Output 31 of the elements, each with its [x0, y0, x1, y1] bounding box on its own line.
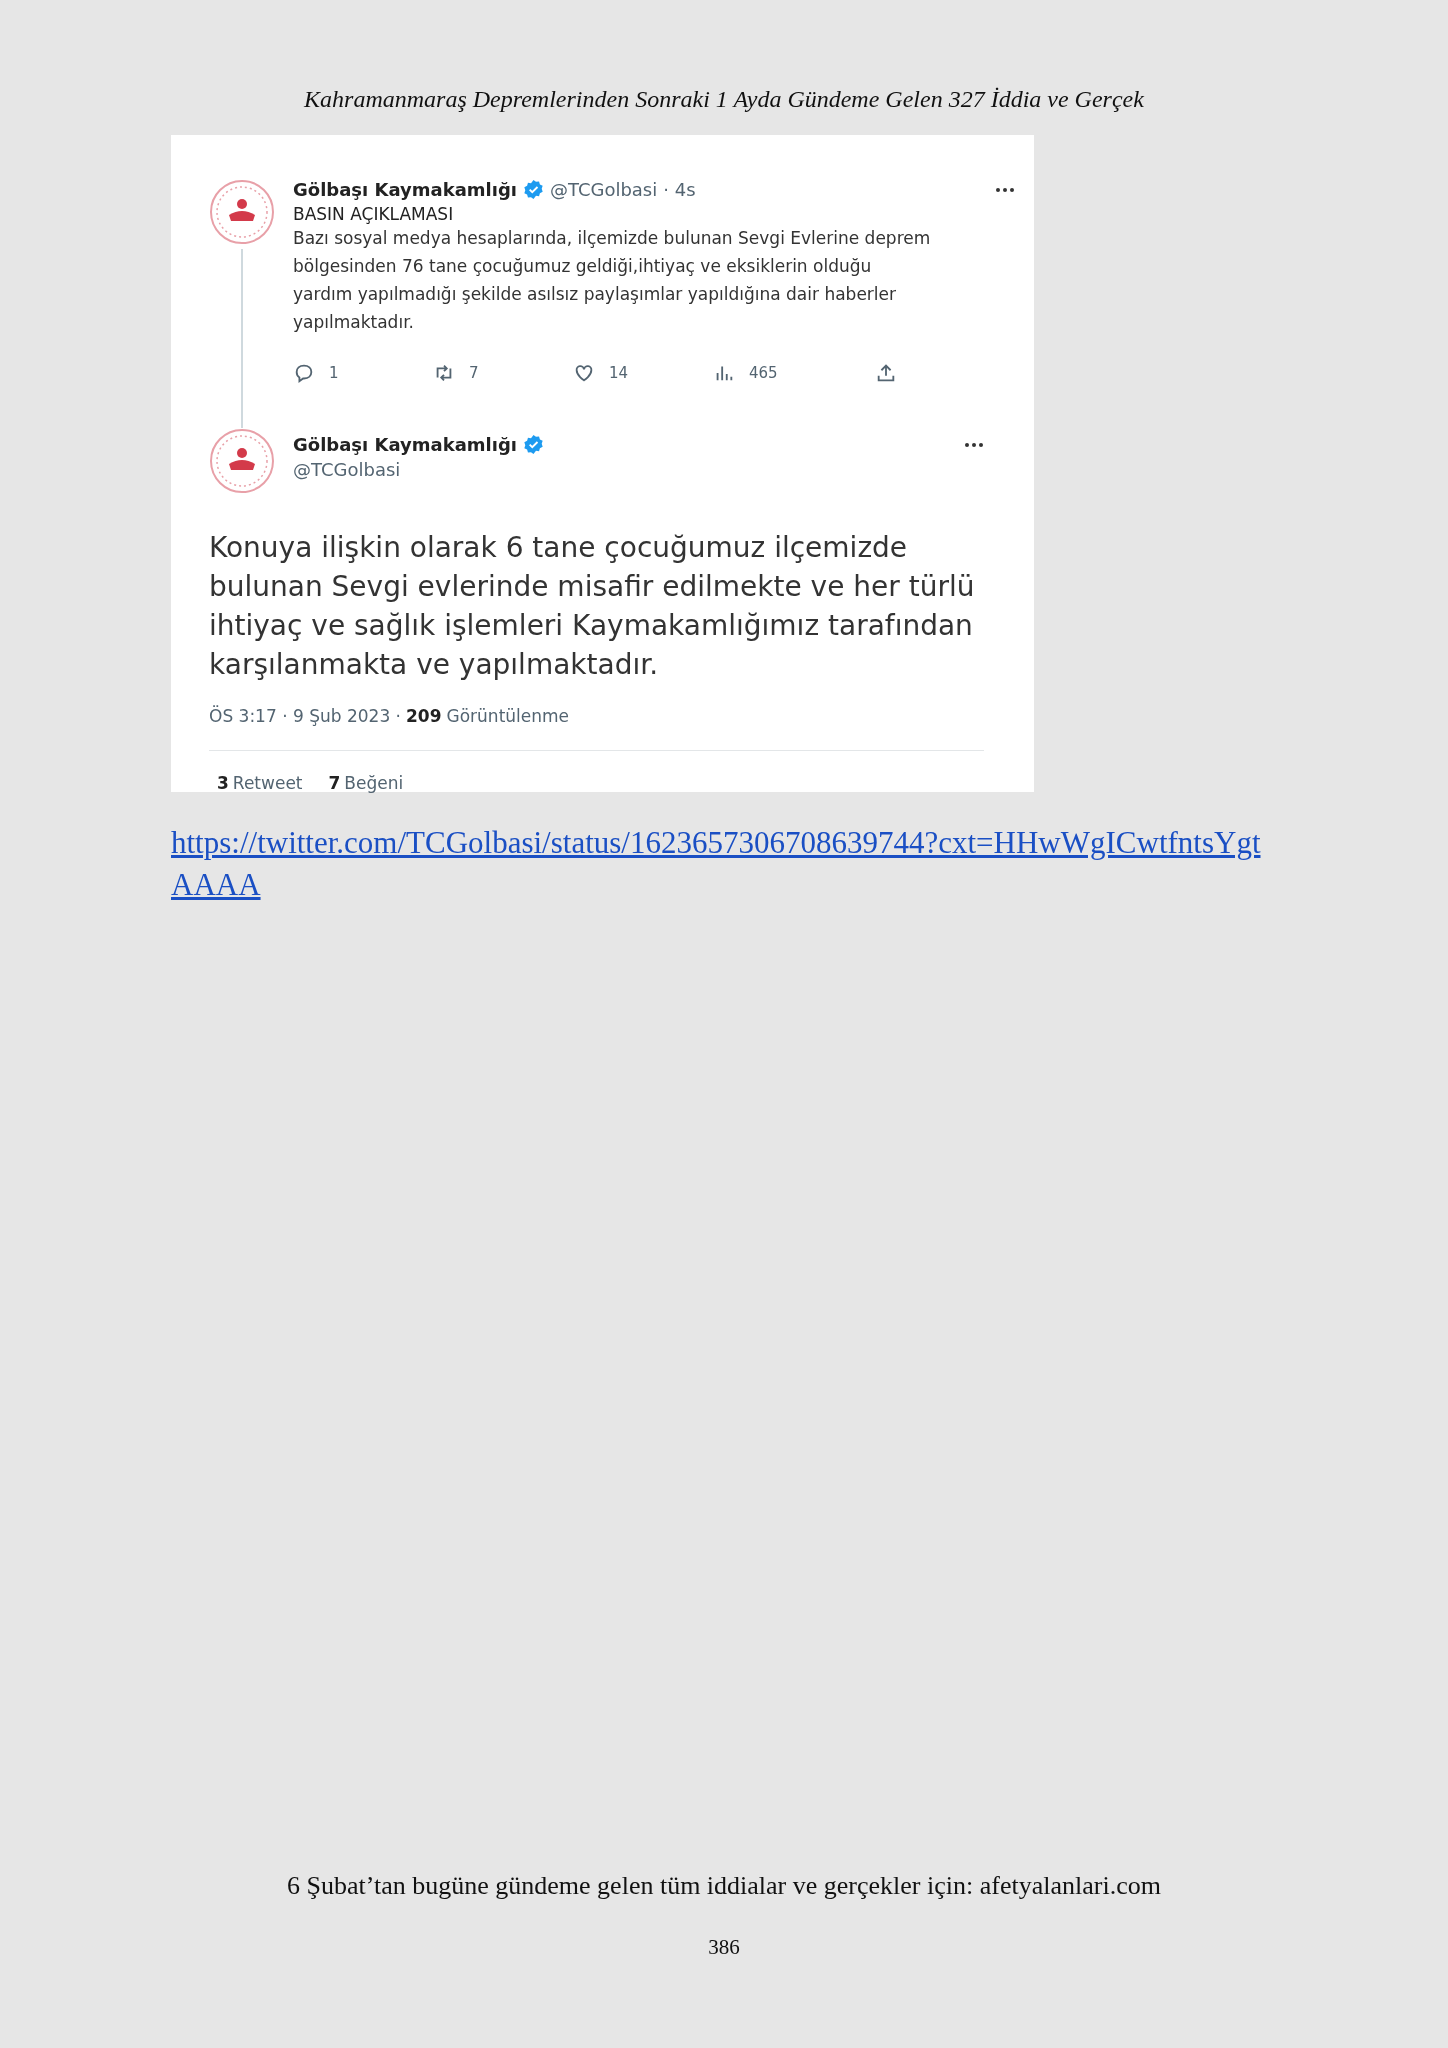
account-name[interactable]: Gölbaşı Kaymakamlığı: [293, 434, 517, 455]
post-time: · 4s: [663, 179, 696, 200]
action-count: 465: [749, 364, 778, 382]
stat-label: Retweet: [232, 773, 303, 793]
stat-label: Beğeni: [344, 773, 404, 793]
speech-bubble-icon[interactable]: [293, 362, 315, 384]
tweet-link[interactable]: AAAA: [171, 867, 261, 902]
action-count: 1: [329, 364, 339, 382]
account-handle: @TCGolbasi: [293, 459, 402, 480]
emblem-avatar-icon: [209, 428, 275, 494]
running-header: Kahramanmaraş Depremlerinden Sonraki 1 Ayda Gündeme Gelen 327 İddia ve Gerçek: [303, 86, 1145, 113]
stat-count: 3: [217, 773, 229, 793]
more-options-icon[interactable]: [964, 441, 984, 448]
tweet-text: Konuya ilişkin olarak 6 tane çocuğumuz ilçemizde bulunan Sevgi evlerinde misafir edilmekte ve her türlü ihtiyaç ve sağlık işlemleri Kaymakamlığımız tarafından karşılanmakta ve yapılmaktadır.: [209, 530, 976, 683]
view-count: 209: [406, 706, 442, 726]
stat-count: 7: [328, 773, 341, 793]
post-timestamp: ÖS 3:17 · 9 Şub 2023 ·: [209, 706, 401, 726]
action-count: 7: [469, 364, 479, 382]
tweet-text: Bazı sosyal medya hesaplarında, ilçemizde bulunan Sevgi Evlerine deprem bölgesinden 76 tane çocuğumuz geldiği,ihtiyaç ve eksiklerin olduğu yardım yapılmadığı şekilde asılsız paylaşımlar yapıldığına dair haberler yapılmaktadır.: [293, 227, 932, 334]
heart-icon[interactable]: [573, 362, 595, 384]
tweet-title: BASIN AÇIKLAMASI: [293, 204, 455, 224]
emblem-avatar-icon: [209, 179, 275, 245]
footer-text: 6 Şubat’tan bugüne gündeme gelen tüm iddialar ve gerçekler için: afetyalanlari.com: [286, 1871, 1162, 1901]
action-count: 14: [609, 364, 629, 382]
share-icon[interactable]: [875, 362, 897, 384]
tweet-link[interactable]: https://twitter.com/TCGolbasi/status/1623657306708639744?cxt=HHwWgICwtfntsYgt: [171, 825, 1261, 860]
views-label: Görüntülenme: [446, 706, 570, 726]
more-options-icon[interactable]: [995, 186, 1015, 193]
page-number: 386: [707, 1935, 741, 1960]
account-name[interactable]: Gölbaşı Kaymakamlığı: [293, 179, 517, 200]
account-handle: @TCGolbasi: [549, 179, 658, 200]
